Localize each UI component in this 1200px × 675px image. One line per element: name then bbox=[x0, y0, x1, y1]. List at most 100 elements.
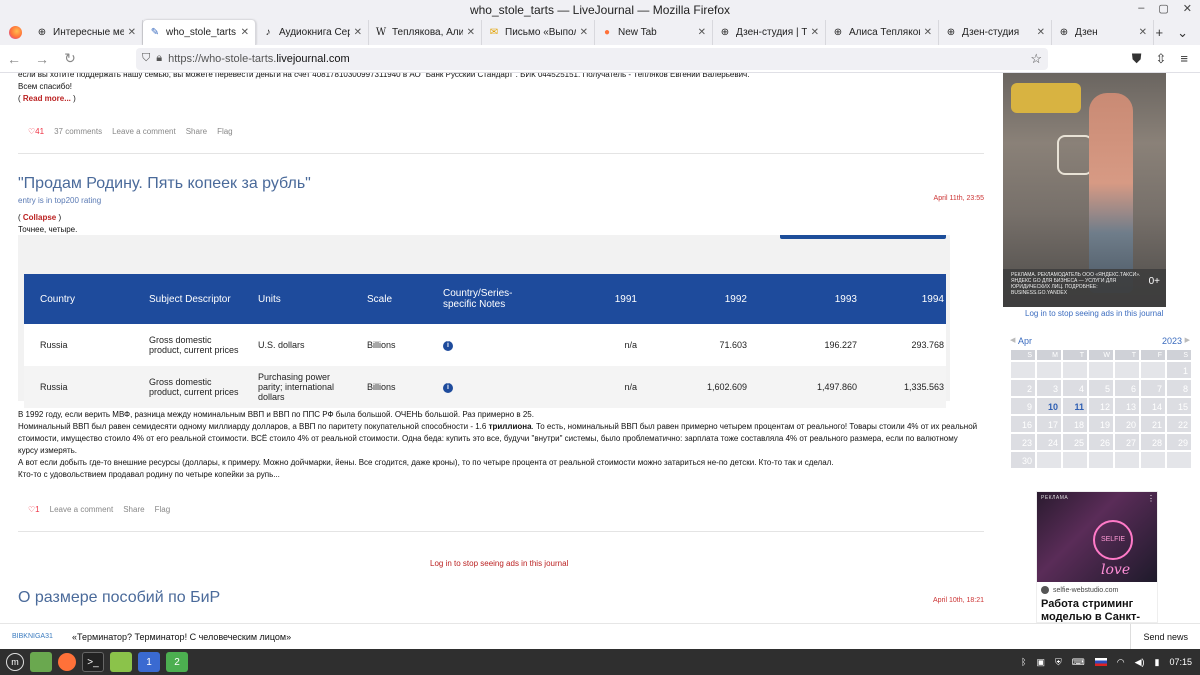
news-headline[interactable]: «Терминатор? Терминатор! С человеческим … bbox=[72, 632, 291, 642]
keyboard-layout-icon[interactable]: ⌨ bbox=[1072, 657, 1085, 668]
calendar-day: 22 bbox=[1166, 415, 1192, 433]
share-link[interactable]: Share bbox=[123, 505, 144, 514]
minimize-button[interactable]: – bbox=[1138, 2, 1144, 15]
close-tab-icon[interactable]: ✕ bbox=[924, 27, 932, 38]
files-icon[interactable] bbox=[110, 652, 132, 672]
close-tab-icon[interactable]: ✕ bbox=[354, 27, 362, 38]
close-tab-icon[interactable]: ✕ bbox=[698, 27, 706, 38]
tab-label: Дзен-студия | Тепл bbox=[736, 27, 807, 38]
volume-icon[interactable]: ◀) bbox=[1135, 657, 1145, 668]
calendar-day[interactable]: 10 bbox=[1036, 397, 1062, 415]
extensions-icon[interactable]: ⇳ bbox=[1156, 51, 1167, 67]
like-count: 1 bbox=[35, 505, 40, 514]
share-link[interactable]: Share bbox=[186, 127, 207, 136]
sidebar-stop-ads-link[interactable]: Log in to stop seeing ads in this journa… bbox=[1025, 309, 1163, 318]
ad-headline[interactable]: Работа стриминг моделью в Санкт- bbox=[1041, 598, 1157, 622]
workspace-2-icon[interactable]: 2 bbox=[166, 652, 188, 672]
new-tab-icon[interactable]: + bbox=[1156, 25, 1164, 41]
mint-menu-icon[interactable]: m bbox=[6, 653, 24, 671]
post-date[interactable]: April 10th, 18:21 bbox=[933, 597, 984, 604]
calendar-day: 27 bbox=[1114, 433, 1140, 451]
calendar-month[interactable]: Apr bbox=[1018, 336, 1032, 346]
firefox-view-icon[interactable] bbox=[4, 22, 26, 44]
menu-icon[interactable]: ≡ bbox=[1180, 51, 1188, 67]
close-tab-icon[interactable]: ✕ bbox=[811, 27, 819, 38]
calendar-day: 2 bbox=[1010, 379, 1036, 397]
pocket-icon[interactable]: ⛊ bbox=[1132, 51, 1142, 67]
forward-icon[interactable]: → bbox=[28, 51, 56, 67]
like-button[interactable]: ♡1 bbox=[28, 505, 40, 514]
tab[interactable]: ⊕ Интересные места ✕ bbox=[30, 20, 143, 45]
calendar-year[interactable]: 2023 bbox=[1162, 336, 1182, 346]
language-flag-icon[interactable] bbox=[1094, 658, 1107, 666]
close-button[interactable]: ✕ bbox=[1183, 2, 1192, 15]
paragraph: Номинальный ВВП был равен семидесяти одн… bbox=[18, 422, 978, 455]
stop-ads-link[interactable]: Log in to stop seeing ads in this journa… bbox=[430, 559, 568, 568]
info-icon[interactable]: i bbox=[443, 383, 453, 393]
tab[interactable]: W Теплякова, Алиса Е ✕ bbox=[369, 20, 482, 45]
calendar-weekday: S bbox=[1010, 349, 1036, 361]
close-tab-icon[interactable]: ✕ bbox=[467, 27, 475, 38]
network-manager-icon[interactable]: ▣ bbox=[1036, 657, 1045, 668]
comments-link[interactable]: 37 comments bbox=[54, 127, 102, 136]
battery-icon[interactable]: ▮ bbox=[1155, 657, 1160, 668]
news-source[interactable]: BIBKNIGA31 bbox=[12, 633, 72, 640]
update-icon[interactable]: ⛨ bbox=[1055, 657, 1062, 668]
next-month-icon[interactable]: ▶ bbox=[1185, 336, 1190, 344]
info-icon[interactable]: i bbox=[443, 341, 453, 351]
tab-label: Письмо «Выполнен bbox=[505, 27, 576, 38]
tab[interactable]: ● New Tab ✕ bbox=[595, 20, 713, 45]
workspace-1-icon[interactable]: 1 bbox=[138, 652, 160, 672]
calendar-day[interactable]: 11 bbox=[1062, 397, 1088, 415]
send-news-button[interactable]: Send news bbox=[1130, 623, 1188, 650]
clock[interactable]: 07:15 bbox=[1169, 657, 1192, 667]
collapse-link[interactable]: Collapse bbox=[23, 213, 56, 222]
flag-link[interactable]: Flag bbox=[217, 127, 233, 136]
post-title[interactable]: О размере пособий по БиР bbox=[18, 589, 220, 607]
wifi-icon[interactable]: ◠ bbox=[1117, 657, 1125, 668]
audio-icon: ♪ bbox=[265, 27, 271, 38]
calendar-day: 20 bbox=[1114, 415, 1140, 433]
lock-icon[interactable]: 🔒︎ bbox=[156, 52, 162, 65]
tab-label: who_stole_tarts — L bbox=[166, 27, 237, 38]
maximize-button[interactable]: ▢ bbox=[1158, 2, 1168, 15]
tab[interactable]: ♪ Аудиокнига Сергей ✕ bbox=[256, 20, 369, 45]
firefox-taskbar-icon[interactable] bbox=[58, 653, 76, 671]
cell: U.S. dollars bbox=[242, 324, 351, 366]
close-tab-icon[interactable]: ✕ bbox=[241, 27, 249, 38]
url-bar[interactable]: ⛉ 🔒︎ https://who-stole-tarts.livejournal… bbox=[136, 47, 1048, 70]
tab-label: Дзен bbox=[1075, 27, 1098, 38]
leave-comment-link[interactable]: Leave a comment bbox=[50, 505, 114, 514]
cell: 1,335.563 bbox=[859, 366, 946, 408]
close-tab-icon[interactable]: ✕ bbox=[580, 27, 588, 38]
ad-card[interactable]: РЕКЛАМА ⋮ SELFIE love selfie-webstudio.c… bbox=[1036, 491, 1158, 623]
tab[interactable]: ⊕ Дзен ✕ bbox=[1052, 20, 1154, 45]
post-date[interactable]: April 11th, 23:55 bbox=[934, 195, 984, 202]
tab[interactable]: ✉ Письмо «Выполнен ✕ bbox=[482, 20, 595, 45]
tab[interactable]: ⊕ Дзен-студия ✕ bbox=[939, 20, 1052, 45]
post-title[interactable]: "Продам Родину. Пять копеек за рубль" bbox=[18, 175, 311, 193]
flag-link[interactable]: Flag bbox=[155, 505, 171, 514]
read-more-link[interactable]: Read more... bbox=[23, 94, 71, 103]
cell: Gross domestic product, current prices bbox=[133, 366, 242, 408]
more-options-icon[interactable]: ⋮ bbox=[1147, 494, 1155, 503]
shield-icon[interactable]: ⛉ bbox=[142, 52, 150, 65]
terminal-icon[interactable]: >_ bbox=[82, 652, 104, 672]
like-button[interactable]: ♡41 bbox=[28, 127, 44, 136]
tab-active[interactable]: ✎ who_stole_tarts — L ✕ bbox=[143, 20, 256, 45]
tab[interactable]: ⊕ Алиса Теплякова н ✕ bbox=[826, 20, 939, 45]
leave-comment-link[interactable]: Leave a comment bbox=[112, 127, 176, 136]
close-tab-icon[interactable]: ✕ bbox=[1139, 27, 1147, 38]
back-icon[interactable]: ← bbox=[0, 51, 28, 67]
reload-icon[interactable]: ↻ bbox=[56, 50, 84, 67]
close-tab-icon[interactable]: ✕ bbox=[1037, 27, 1045, 38]
list-tabs-icon[interactable]: ⌄ bbox=[1177, 25, 1188, 41]
tab[interactable]: ⊕ Дзен-студия | Тепл ✕ bbox=[713, 20, 826, 45]
bluetooth-icon[interactable]: ᛒ bbox=[1021, 657, 1026, 667]
rating-link[interactable]: entry is in top200 rating bbox=[18, 196, 101, 205]
bookmark-star-icon[interactable]: ☆ bbox=[1030, 51, 1042, 67]
close-tab-icon[interactable]: ✕ bbox=[128, 27, 136, 38]
prev-month-icon[interactable]: ◀ bbox=[1010, 336, 1015, 344]
url-text[interactable]: https://who-stole-tarts.livejournal.com bbox=[168, 53, 350, 65]
show-desktop-icon[interactable] bbox=[30, 652, 52, 672]
